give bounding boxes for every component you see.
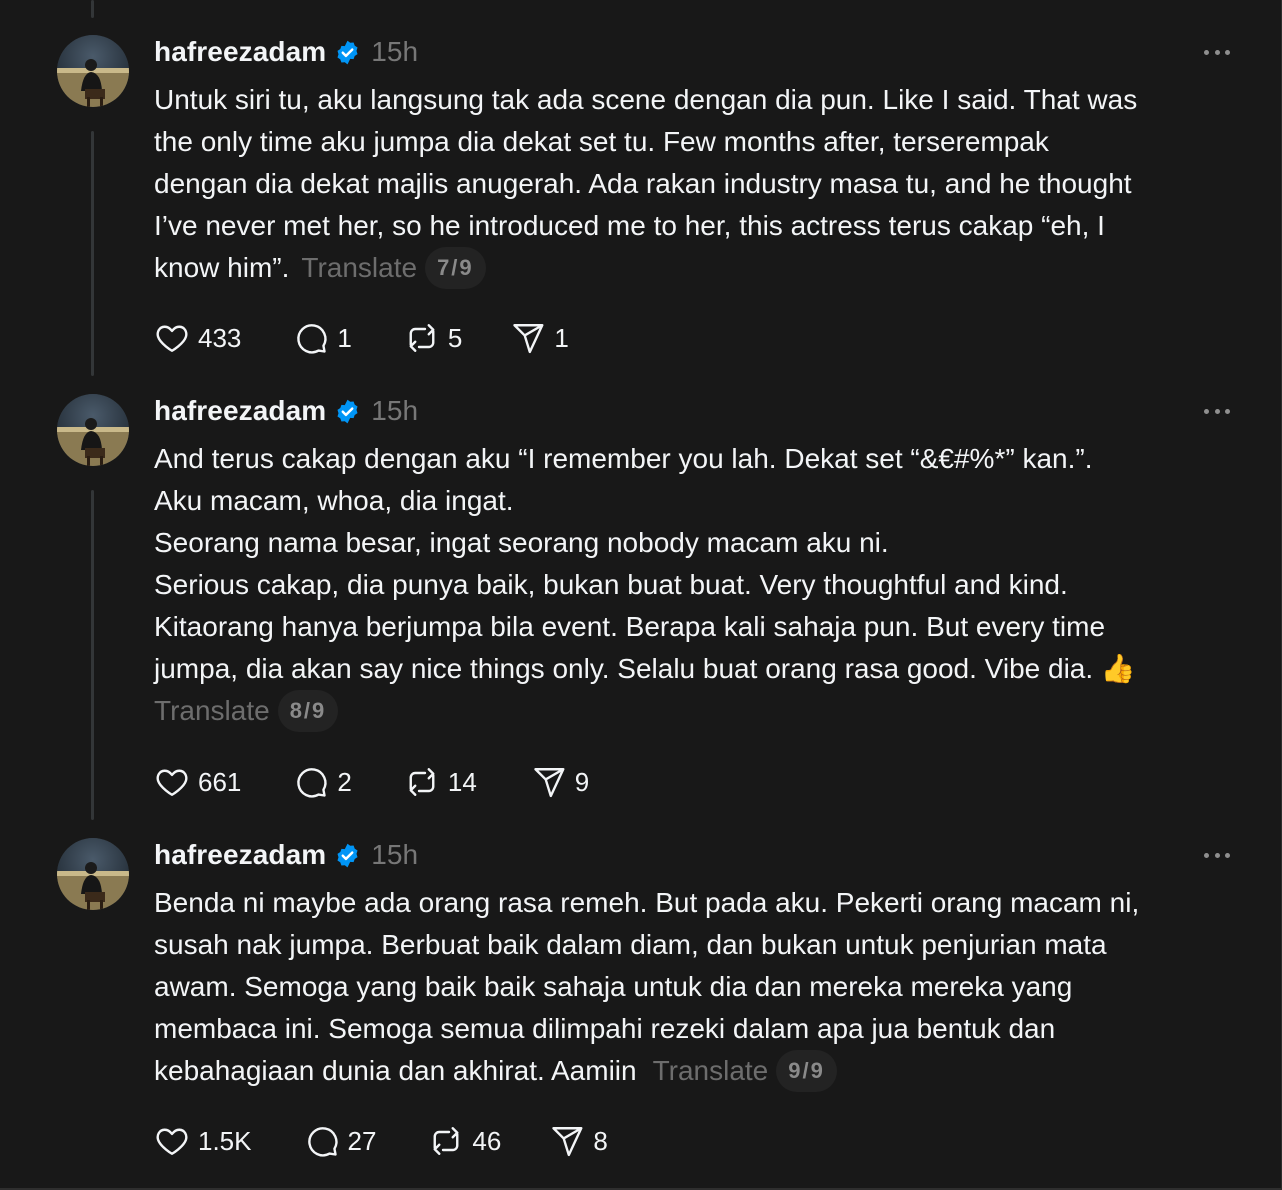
post-text: Untuk siri tu, aku langsung tak ada scen… (154, 79, 1244, 289)
share-count: 1 (554, 322, 569, 353)
translate-link[interactable]: Translate (653, 1055, 769, 1086)
share-button[interactable]: 8 (549, 1123, 608, 1159)
post-text-last-line: Translate 8/9 (154, 690, 1244, 732)
share-button[interactable]: 1 (510, 320, 569, 356)
reply-count: 1 (337, 322, 352, 353)
post-actions: 1.5K 27 46 8 (154, 1121, 608, 1161)
post-text-line: jumpa, dia akan say nice things only. Se… (154, 653, 1136, 684)
thread-connector-line (91, 490, 94, 820)
thread-counter-badge: 9/9 (776, 1050, 837, 1092)
post-text-line: know him”. (154, 252, 290, 283)
translate-link[interactable]: Translate (301, 252, 417, 283)
send-icon (552, 1127, 583, 1157)
share-count: 8 (593, 1125, 608, 1156)
comment-icon (297, 324, 327, 354)
post-text-line: awam. Semoga yang baik baik sahaja untuk… (154, 971, 1073, 1002)
post-text-line: Aku macam, whoa, dia ingat. (154, 485, 514, 516)
post-text-line: susah nak jumpa. Berbuat baik dalam diam… (154, 929, 1107, 960)
repost-count: 14 (447, 766, 477, 797)
share-count: 9 (574, 766, 590, 797)
post-text-line: membaca ini. Semoga semua dilimpahi reze… (154, 1013, 1056, 1044)
comment-icon (297, 768, 327, 798)
repost-icon (409, 324, 435, 352)
post-timestamp: 15h (371, 839, 419, 870)
reply-button[interactable]: 1 (293, 320, 352, 356)
comment-icon (307, 1127, 338, 1157)
username[interactable]: hafreezadam (154, 395, 326, 427)
share-button[interactable]: 9 (531, 764, 589, 800)
like-button[interactable]: 1.5K (154, 1123, 252, 1159)
like-button[interactable]: 661 (154, 764, 241, 800)
post-header: hafreezadam 15h (154, 838, 418, 872)
heart-icon (156, 769, 188, 796)
thread-connector-line (91, 131, 94, 376)
translate-link[interactable]: Translate (154, 695, 270, 726)
post-text-line: dengan dia dekat majlis anugerah. Ada ra… (154, 168, 1132, 199)
thread-counter-badge: 7/9 (425, 247, 486, 289)
verified-badge-icon (334, 398, 361, 425)
post-text-line: I’ve never met her, so he introduced me … (154, 210, 1105, 241)
avatar[interactable] (57, 35, 129, 107)
thread-counter-badge: 8/9 (277, 690, 339, 732)
repost-icon (409, 768, 435, 796)
repost-icon (433, 1127, 459, 1155)
avatar[interactable] (57, 838, 129, 910)
thread-view: hafreezadam 15h Untuk siri tu, aku langs… (0, 0, 1282, 1190)
more-options-icon[interactable] (1204, 842, 1230, 868)
post-text-line: kebahagiaan dunia dan akhirat. Aamiin (154, 1055, 637, 1086)
reply-button[interactable]: 2 (293, 764, 352, 800)
heart-icon (156, 325, 188, 352)
post-text-line: Untuk siri tu, aku langsung tak ada scen… (154, 84, 1138, 115)
repost-count: 46 (472, 1125, 502, 1156)
post-header: hafreezadam 15h (154, 394, 418, 428)
post-actions: 661 2 14 9 (154, 762, 589, 802)
post-text-line: And terus cakap dengan aku “I remember y… (154, 443, 1093, 474)
post-header: hafreezadam 15h (154, 35, 418, 69)
reply-count: 27 (347, 1125, 377, 1156)
post-text-line: Kitaorang hanya berjumpa bila event. Ber… (154, 611, 1106, 642)
reply-button[interactable]: 27 (304, 1123, 377, 1159)
username[interactable]: hafreezadam (154, 839, 326, 871)
repost-button[interactable]: 14 (404, 764, 477, 800)
verified-badge-icon (334, 39, 361, 66)
repost-button[interactable]: 46 (428, 1123, 501, 1159)
repost-count: 5 (447, 322, 463, 353)
post-text-line: Seorang nama besar, ingat seorang nobody… (154, 527, 889, 558)
more-options-icon[interactable] (1204, 39, 1230, 65)
repost-button[interactable]: 5 (404, 320, 462, 356)
send-icon (534, 768, 565, 798)
avatar[interactable] (57, 394, 129, 466)
post-text-line: the only time aku jumpa dia dekat set tu… (154, 126, 1049, 157)
like-button[interactable]: 433 (154, 320, 241, 356)
post-text-line: Benda ni maybe ada orang rasa remeh. But… (154, 887, 1140, 918)
like-count: 1.5K (198, 1125, 252, 1156)
post-text-line: Serious cakap, dia punya baik, bukan bua… (154, 569, 1068, 600)
thread-connector-line (91, 0, 94, 18)
post-text: And terus cakap dengan aku “I remember y… (154, 438, 1244, 732)
like-count: 661 (198, 766, 242, 797)
heart-icon (156, 1128, 188, 1155)
like-count: 433 (198, 322, 242, 353)
verified-badge-icon (334, 842, 361, 869)
post-text-last-line: kebahagiaan dunia dan akhirat. Aamiin Tra… (154, 1050, 1244, 1092)
send-icon (513, 324, 544, 354)
post-actions: 433 1 5 1 (154, 318, 569, 358)
username[interactable]: hafreezadam (154, 36, 326, 68)
post-timestamp: 15h (371, 395, 419, 426)
more-options-icon[interactable] (1204, 398, 1230, 424)
post-timestamp: 15h (371, 36, 419, 67)
post-text-last-line: know him”. Translate 7/9 (154, 247, 1244, 289)
post-text: Benda ni maybe ada orang rasa remeh. But… (154, 882, 1244, 1092)
reply-count: 2 (337, 766, 352, 797)
